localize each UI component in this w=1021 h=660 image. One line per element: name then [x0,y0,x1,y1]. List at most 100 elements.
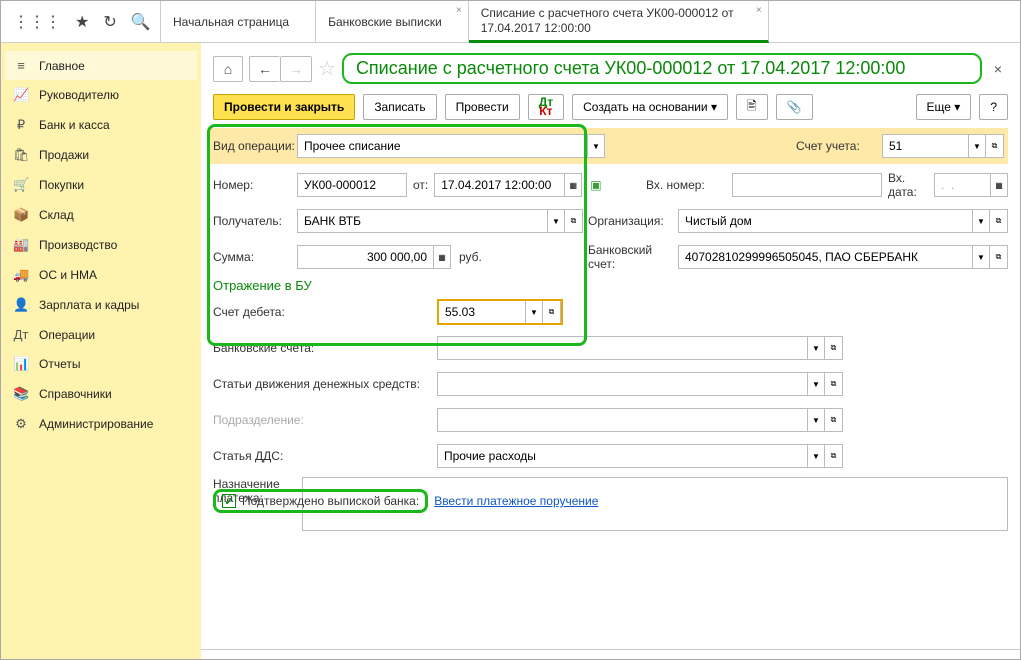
book-icon: 📚 [13,386,29,402]
debit-label: Счет дебета: [213,305,437,319]
report-icon: 📊 [13,356,29,372]
status-icon: ▣ [590,178,601,192]
bag-icon: 🛍 [13,147,29,163]
recipient-field[interactable]: ▼ ⧉ [297,209,583,233]
back-button[interactable]: ← [249,56,280,82]
sidebar-item-bank[interactable]: ₽Банк и касса [5,110,197,140]
ruble-icon: ₽ [13,117,29,133]
apps-icon[interactable]: ⋮⋮⋮ [13,12,61,32]
sidebar-item-production[interactable]: 🏭Производство [5,230,197,260]
open-icon[interactable]: ⧉ [990,245,1008,269]
chevron-down-icon[interactable]: ▼ [807,444,825,468]
sidebar-item-sales[interactable]: 🛍Продажи [5,140,197,170]
open-icon[interactable]: ⧉ [986,134,1004,158]
tab-start[interactable]: Начальная страница [161,1,316,43]
sidebar-item-purchases[interactable]: 🛒Покупки [5,170,197,200]
attach-button[interactable]: 📎 [776,94,813,120]
chevron-down-icon[interactable]: ▼ [807,408,825,432]
tab-document[interactable]: Списание с расчетного счета УК00-000012 … [469,1,769,43]
bank-acc-field[interactable]: ▼ ⧉ [678,245,1008,269]
number-label: Номер: [213,178,297,192]
calc-icon[interactable]: ▦ [433,245,451,269]
post-button[interactable]: Провести [445,94,520,120]
number-field[interactable] [297,173,407,197]
sidebar-item-warehouse[interactable]: 📦Склад [5,200,197,230]
open-icon[interactable]: ⧉ [825,408,843,432]
section-bu-title: Отражение в БУ [213,278,1008,293]
form: Вид операции: ▼ Счет учета: ▼ ⧉ Номер: о… [213,128,1008,531]
sum-field[interactable]: ▦ [297,245,451,269]
sidebar-item-assets[interactable]: 🚚ОС и НМА [5,260,197,290]
help-button[interactable]: ? [979,94,1008,120]
open-icon[interactable]: ⧉ [825,444,843,468]
search-icon[interactable]: 🔍 [131,12,151,32]
enter-order-link[interactable]: Ввести платежное поручение [434,494,598,508]
print-button[interactable]: 🖹 [736,94,768,120]
open-icon[interactable]: ⧉ [543,301,561,323]
calendar-icon[interactable]: ▦ [990,173,1008,197]
cashflow-label: Статьи движения денежных средств: [213,377,437,391]
bank-acc-label: Банковский счет: [588,243,672,271]
inc-date-field[interactable]: ▦ [934,173,1008,197]
check-icon: ✓ [222,494,236,508]
calendar-icon[interactable]: ▦ [564,173,582,197]
department-label: Подразделение: [213,413,437,427]
sidebar-item-operations[interactable]: ДтОперации [5,320,197,349]
sidebar-item-payroll[interactable]: 👤Зарплата и кадры [5,290,197,320]
chevron-down-icon[interactable]: ▼ [972,209,990,233]
gear-icon: ⚙ [13,416,29,432]
star-icon[interactable]: ★ [75,12,89,32]
open-icon[interactable]: ⧉ [565,209,583,233]
close-icon[interactable]: × [456,5,462,17]
dds-field[interactable]: ▼ ⧉ [437,444,843,468]
bank-accounts-field[interactable]: ▼ ⧉ [437,336,843,360]
org-label: Организация: [588,214,672,228]
org-field[interactable]: ▼ ⧉ [678,209,1008,233]
dtkt-button[interactable]: ДтКт [528,94,564,120]
chevron-down-icon[interactable]: ▼ [525,301,543,323]
chart-icon: 📈 [13,87,29,103]
close-button[interactable]: × [988,61,1008,77]
sidebar-item-main[interactable]: ≡Главное [5,51,197,80]
account-label: Счет учета: [796,139,876,153]
history-icon[interactable]: ↻ [103,12,116,32]
forward-button[interactable]: → [280,56,312,82]
bottom-border [201,649,1020,659]
chevron-down-icon[interactable]: ▼ [968,134,986,158]
create-based-button[interactable]: Создать на основании ▾ [572,94,728,120]
chevron-down-icon[interactable]: ▼ [547,209,565,233]
inc-number-field[interactable] [732,173,882,197]
open-icon[interactable]: ⧉ [990,209,1008,233]
department-field[interactable]: ▼ ⧉ [437,408,843,432]
titlebar: ⌂ ← → ☆ Списание с расчетного счета УК00… [213,53,1008,84]
sidebar-item-reports[interactable]: 📊Отчеты [5,349,197,379]
sidebar: ≡Главное 📈Руководителю ₽Банк и касса 🛍Пр… [1,43,201,659]
more-button[interactable]: Еще ▾ [916,94,972,120]
chevron-down-icon[interactable]: ▼ [807,372,825,396]
confirmed-checkbox[interactable]: ✓ Подтверждено выпиской банка: [213,489,428,513]
date-field[interactable]: ▦ [434,173,582,197]
tab-bank[interactable]: Банковские выписки× [316,1,469,43]
op-type-field[interactable]: ▼ [297,134,605,158]
debit-field[interactable]: ▼ ⧉ [437,299,563,325]
truck-icon: 🚚 [13,267,29,283]
open-icon[interactable]: ⧉ [825,372,843,396]
chevron-down-icon[interactable]: ▼ [587,134,605,158]
close-icon[interactable]: × [756,5,762,17]
chevron-down-icon[interactable]: ▼ [807,336,825,360]
sidebar-item-admin[interactable]: ⚙Администрирование [5,409,197,439]
home-button[interactable]: ⌂ [213,56,243,82]
account-field[interactable]: ▼ ⧉ [882,134,1004,158]
favorite-button[interactable]: ☆ [318,56,336,81]
cart-icon: 🛒 [13,177,29,193]
open-icon[interactable]: ⧉ [825,336,843,360]
sidebar-item-catalogs[interactable]: 📚Справочники [5,379,197,409]
dds-label: Статья ДДС: [213,449,437,463]
sidebar-item-manager[interactable]: 📈Руководителю [5,80,197,110]
footer: ✓ Подтверждено выпиской банка: Ввести пл… [213,489,598,513]
post-and-close-button[interactable]: Провести и закрыть [213,94,355,120]
save-button[interactable]: Записать [363,94,436,120]
chevron-down-icon[interactable]: ▼ [972,245,990,269]
content: ⌂ ← → ☆ Списание с расчетного счета УК00… [201,43,1020,659]
cashflow-field[interactable]: ▼ ⧉ [437,372,843,396]
